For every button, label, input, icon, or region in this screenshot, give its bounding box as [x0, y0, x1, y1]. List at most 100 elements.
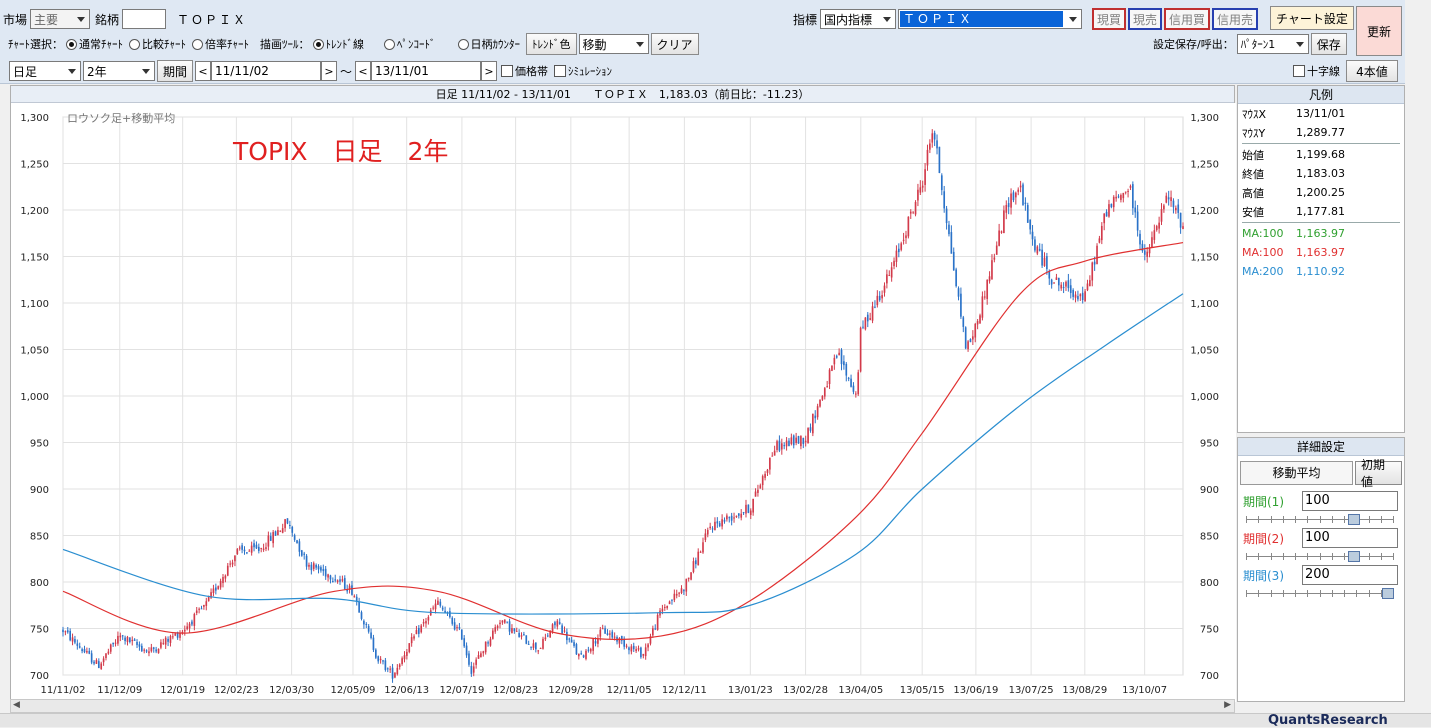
candle-body: [382, 660, 384, 662]
candle-body: [1124, 191, 1127, 193]
chart-panel[interactable]: 日足 11/11/02 - 13/11/01 ＴＯＰＩＸ 1,183.03（前日…: [10, 85, 1236, 702]
scroll-left-icon[interactable]: ◀: [13, 700, 20, 710]
date-from-input[interactable]: 11/11/02: [211, 61, 322, 81]
slider-tick: [1258, 516, 1259, 523]
slider-thumb[interactable]: [1348, 551, 1360, 562]
candle-body: [222, 577, 224, 584]
radio-pencode[interactable]: ﾍﾟﾝｺｰﾄﾞ: [384, 36, 436, 52]
x-tick-label: 12/07/19: [439, 685, 484, 696]
candle-body: [573, 642, 575, 646]
period3-slider[interactable]: [1246, 587, 1394, 601]
period3-input[interactable]: 200: [1302, 565, 1398, 585]
clear-button[interactable]: クリア: [650, 33, 699, 55]
candle-body: [893, 260, 895, 267]
initial-value-button[interactable]: 初期値: [1355, 458, 1402, 489]
period2-input[interactable]: 100: [1302, 528, 1398, 548]
candle-body: [155, 649, 157, 652]
date-to-next-button[interactable]: >: [481, 61, 498, 81]
market-select[interactable]: 主要: [30, 9, 91, 29]
date-from-prev-button[interactable]: <: [195, 61, 212, 81]
candle-body: [126, 636, 129, 642]
candle-body: [592, 639, 594, 651]
candle-body: [320, 567, 322, 571]
radio-compare-chart[interactable]: 比較ﾁｬｰﾄ: [129, 36, 186, 52]
span-select[interactable]: 2年: [83, 61, 155, 81]
radio-ratio-chart[interactable]: 倍率ﾁｬｰﾄ: [192, 36, 249, 52]
period1-slider[interactable]: [1246, 513, 1394, 527]
candle-body: [1115, 196, 1117, 199]
candle-body: [351, 585, 353, 595]
slider-tick: [1356, 590, 1357, 597]
period1-input[interactable]: 100: [1302, 491, 1398, 511]
four-values-button[interactable]: 4本値: [1346, 60, 1398, 82]
date-to-input[interactable]: 13/11/01: [371, 61, 482, 81]
candle-body: [876, 295, 879, 306]
candle-body: [909, 211, 912, 214]
candle-body: [133, 639, 136, 641]
slider-thumb[interactable]: [1382, 588, 1394, 599]
candle-body: [1179, 212, 1182, 228]
radio-normal-dot: [66, 38, 77, 50]
candle-body: [386, 668, 389, 670]
candle-body: [489, 638, 492, 646]
scroll-right-icon[interactable]: ▶: [1224, 700, 1231, 710]
candle-body: [1163, 205, 1165, 210]
candle-body: [174, 633, 177, 636]
price-band-checkbox[interactable]: 価格帯: [501, 63, 548, 79]
symbol-input[interactable]: [122, 9, 167, 29]
chart-settings-button[interactable]: チャート設定: [1270, 6, 1354, 30]
candle-body: [109, 644, 112, 652]
candle-body: [852, 385, 855, 392]
chart-horizontal-scrollbar[interactable]: ◀ ▶: [10, 699, 1235, 713]
period-type-select[interactable]: 日足: [9, 61, 81, 81]
candle-body: [1103, 213, 1106, 224]
period-button[interactable]: 期間: [157, 60, 194, 82]
slider-tick: [1344, 516, 1345, 523]
candle-body: [437, 600, 439, 605]
period2-slider[interactable]: [1246, 550, 1394, 564]
refresh-button[interactable]: 更新: [1356, 6, 1402, 56]
genuri-button[interactable]: 現売: [1128, 8, 1163, 30]
genbai-button[interactable]: 現買: [1092, 8, 1127, 30]
radio-day-counter[interactable]: 日柄ｶｳﾝﾀｰ: [457, 36, 520, 52]
tab-moving-average[interactable]: 移動平均: [1240, 461, 1353, 485]
candle-body: [948, 224, 950, 235]
legend-panel: 凡例 ﾏｳｽX 13/11/01 ﾏｳｽY 1,289.77 始値 1,199.68 …: [1237, 85, 1405, 433]
candle-body: [162, 642, 165, 644]
candle-body: [833, 357, 836, 365]
candle-body: [933, 132, 936, 140]
candle-body: [97, 661, 100, 669]
candle-body: [255, 544, 258, 549]
candle-body: [544, 637, 547, 640]
trend-color-button[interactable]: ﾄﾚﾝﾄﾞ色: [526, 33, 577, 55]
candle-body: [1062, 287, 1065, 289]
window-vertical-scrollbar[interactable]: [1405, 0, 1431, 713]
slider-thumb[interactable]: [1348, 514, 1360, 525]
candle-body: [587, 649, 590, 651]
crosshair-checkbox[interactable]: 十字線: [1293, 63, 1340, 79]
date-from-next-button[interactable]: >: [321, 61, 338, 81]
indicator-select[interactable]: ＴＯＰＩＸ: [898, 9, 1083, 29]
shinbai-button[interactable]: 信用買: [1164, 8, 1211, 30]
quants-research-logo: QuantsResearch: [1268, 713, 1388, 728]
pattern-select[interactable]: ﾊﾟﾀｰﾝ1: [1236, 34, 1309, 54]
radio-trendline[interactable]: ﾄﾚﾝﾄﾞ線: [312, 36, 364, 52]
save-button[interactable]: 保存: [1310, 33, 1347, 55]
slider-tick: [1381, 516, 1382, 523]
candle-body: [718, 523, 721, 527]
candle-body: [843, 361, 845, 366]
indicator-type-select[interactable]: 国内指標: [820, 9, 897, 29]
shinuri-button[interactable]: 信用売: [1212, 8, 1259, 30]
candle-body: [728, 517, 731, 519]
candle-body: [921, 185, 924, 188]
date-to-prev-button[interactable]: <: [355, 61, 372, 81]
candle-body: [375, 649, 377, 658]
radio-normal-chart[interactable]: 通常ﾁｬｰﾄ: [66, 36, 123, 52]
candle-body: [1086, 283, 1089, 291]
move-select[interactable]: 移動: [578, 34, 649, 54]
chart-title: TOPIX 日足 2年: [232, 137, 448, 166]
simulation-checkbox[interactable]: ｼﾐｭﾚｰｼｮﾝ: [554, 63, 612, 79]
candle-body: [886, 274, 888, 284]
y-tick-label-left: 1,200: [20, 206, 49, 217]
price-chart[interactable]: 700 700 750 750 800 800 850 850 900 900 950 950 1,00…: [11, 103, 1236, 702]
